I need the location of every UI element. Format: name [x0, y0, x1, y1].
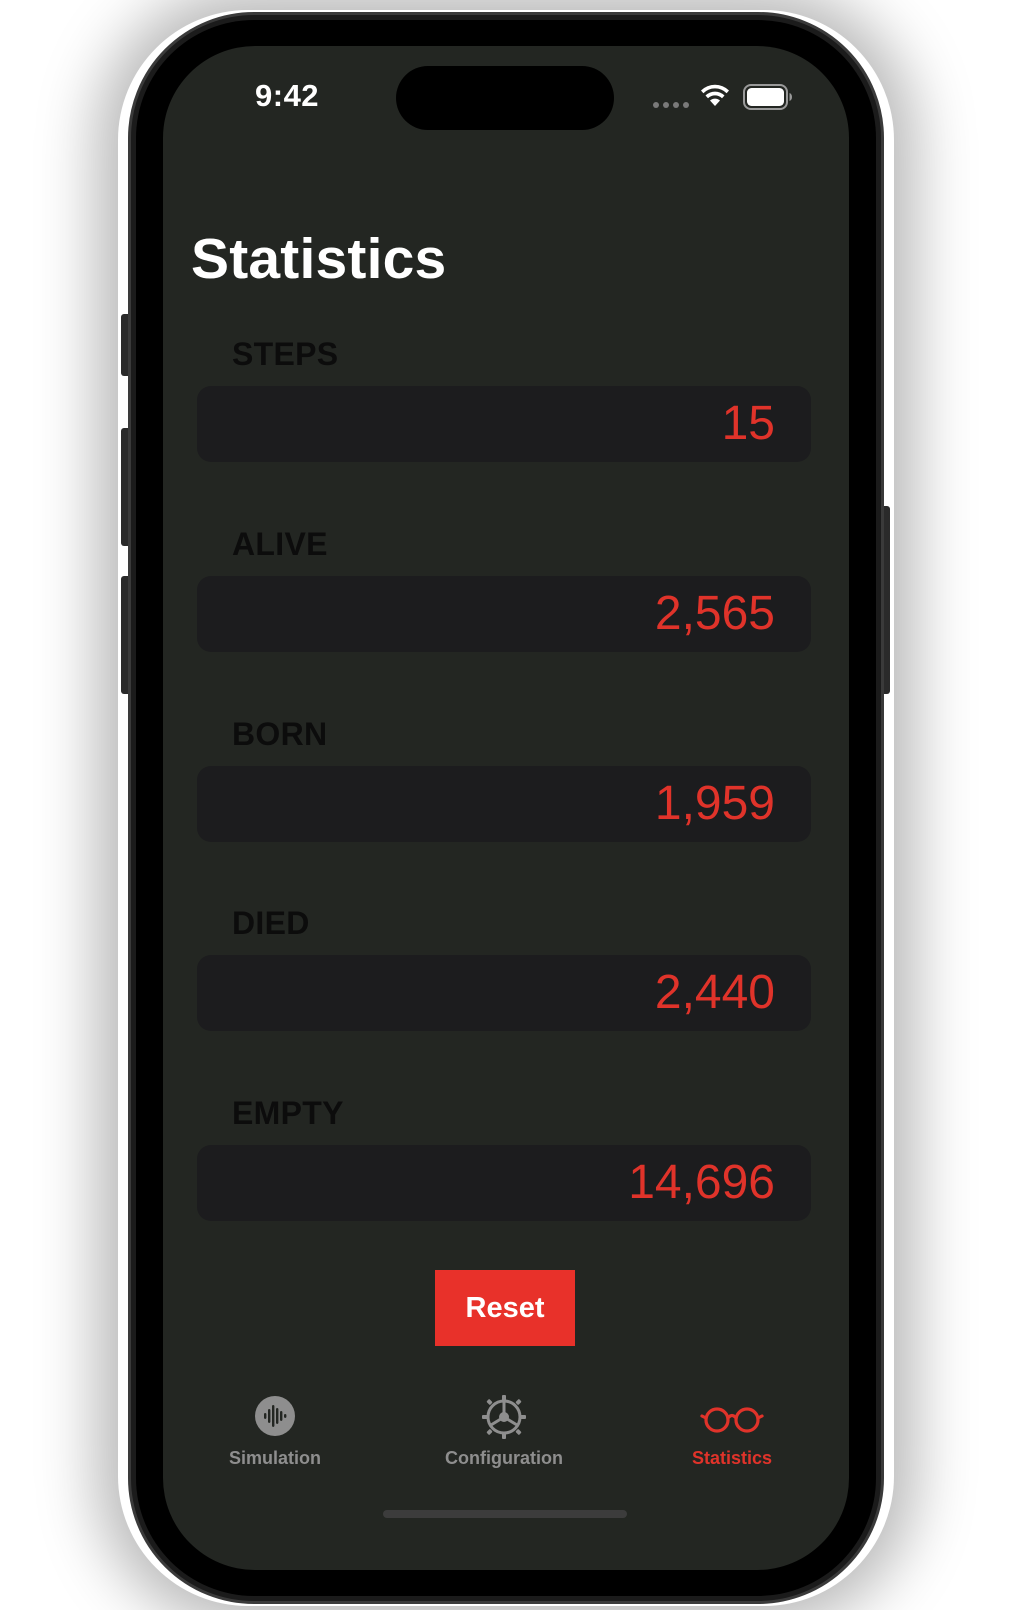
stat-label-alive: ALIVE	[232, 526, 328, 562]
stat-value-empty: 14,696	[628, 1156, 775, 1209]
home-indicator[interactable]	[383, 1510, 627, 1518]
stat-field-steps: 15	[197, 386, 811, 462]
wifi-icon	[701, 84, 729, 106]
tab-configuration[interactable]: Configuration	[424, 1394, 584, 1474]
page-title: Statistics	[191, 227, 447, 291]
waveform-icon	[255, 1396, 295, 1436]
tab-label-simulation: Simulation	[228, 1448, 321, 1468]
tab-label-configuration: Configuration	[445, 1448, 563, 1468]
tab-label-statistics: Statistics	[691, 1448, 773, 1468]
stat-value-died: 2,440	[654, 966, 775, 1019]
eyeglasses-icon	[700, 1407, 764, 1433]
status-time: 9:42	[255, 78, 320, 113]
stat-value-steps: 15	[721, 397, 775, 450]
tab-simulation[interactable]: Simulation	[195, 1394, 355, 1474]
stat-label-empty: EMPTY	[232, 1095, 344, 1131]
dynamic-island	[396, 66, 614, 130]
stat-label-died: DIED	[232, 905, 310, 941]
reset-button[interactable]: Reset	[435, 1270, 575, 1346]
stat-value-alive: 2,565	[654, 587, 775, 640]
gear-icon	[482, 1395, 526, 1439]
stat-label-born: BORN	[232, 716, 328, 752]
app-screen: 9:42 Statistics STEPS 15 ALIVE 2,565 BOR…	[163, 46, 849, 1570]
cellular-signal-icon	[653, 102, 689, 108]
device-stage: 9:42 Statistics STEPS 15 ALIVE 2,565 BOR…	[0, 0, 1036, 1610]
battery-icon	[743, 84, 792, 110]
stat-label-steps: STEPS	[232, 336, 339, 372]
tab-statistics[interactable]: Statistics	[652, 1394, 812, 1474]
stat-value-born: 1,959	[654, 777, 775, 830]
stat-field-born: 1,959	[197, 766, 811, 842]
stat-field-empty: 14,696	[197, 1145, 811, 1221]
stat-field-alive: 2,565	[197, 576, 811, 652]
stat-field-died: 2,440	[197, 955, 811, 1031]
